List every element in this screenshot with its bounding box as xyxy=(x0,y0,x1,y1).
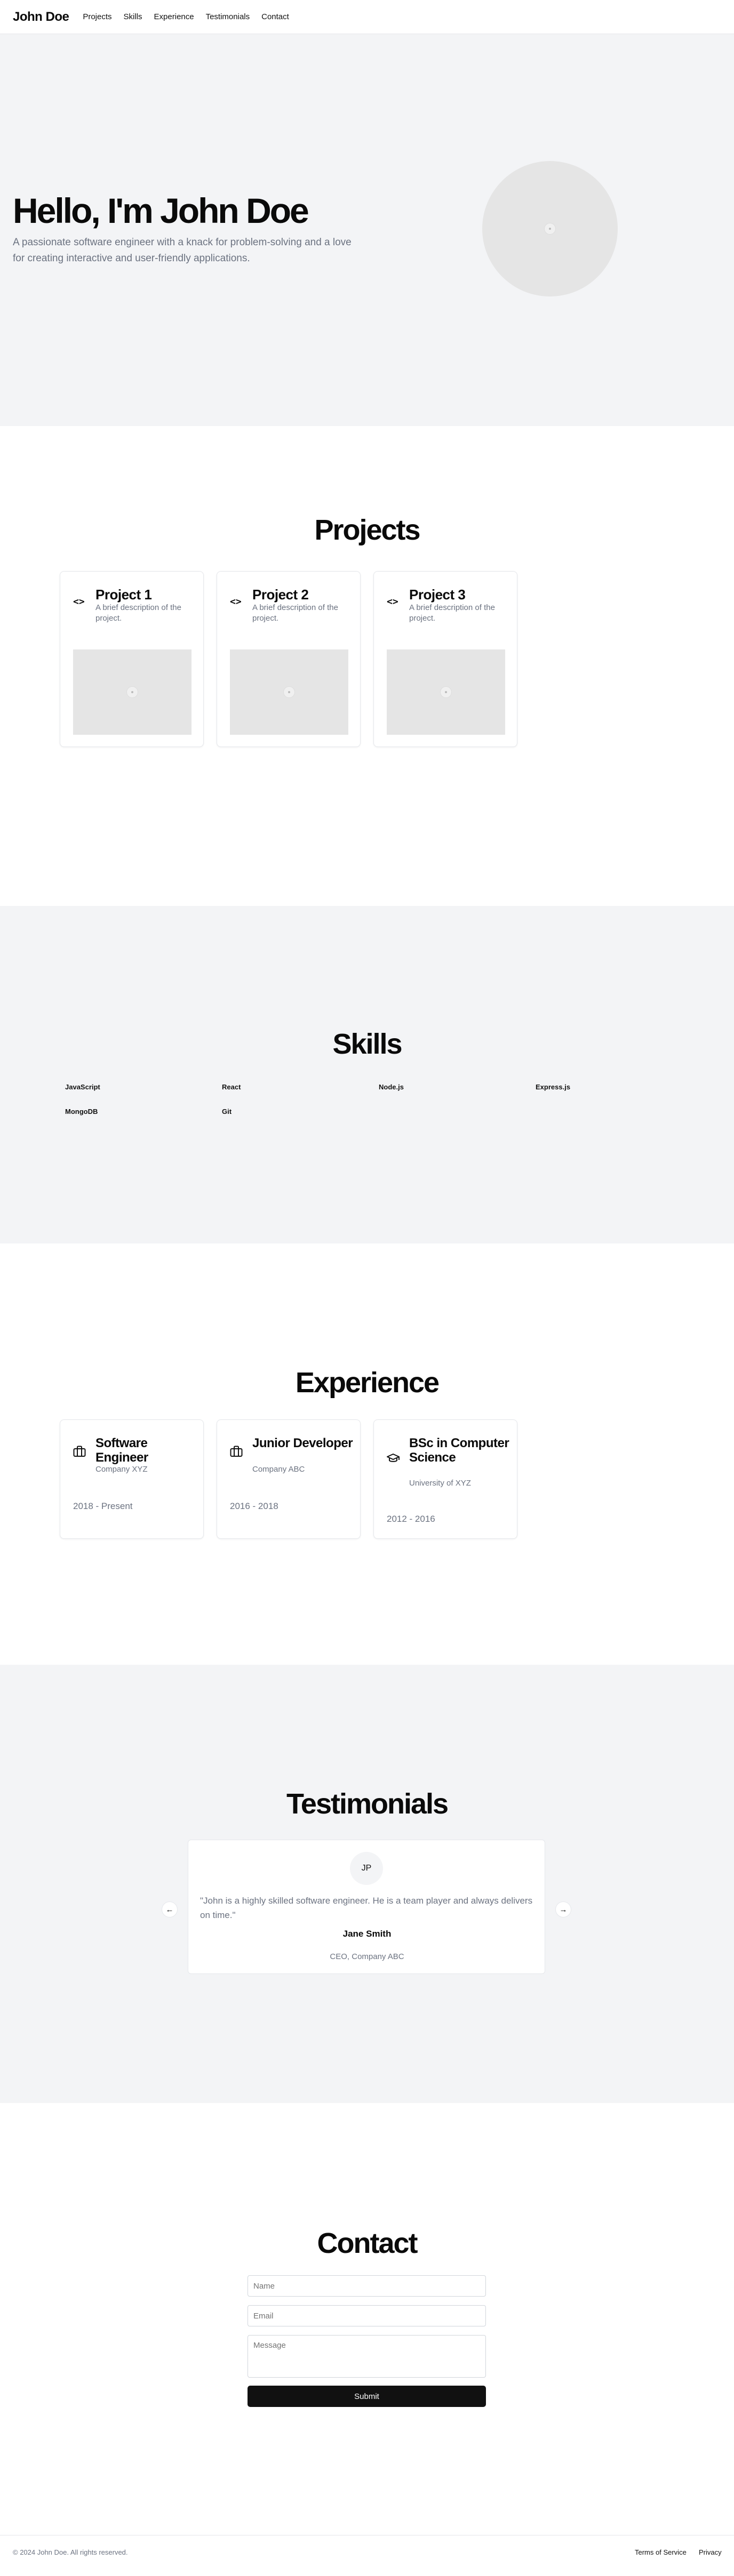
project-image xyxy=(230,649,348,735)
project-card[interactable]: <> Project 3 A brief description of the … xyxy=(373,571,517,747)
experience-card: Junior Developer Company ABC 2016 - 2018 xyxy=(217,1419,361,1539)
submit-button[interactable]: Submit xyxy=(248,2386,486,2407)
project-name: Project 2 xyxy=(252,587,309,603)
skill-item: MongoDB xyxy=(65,1108,98,1116)
brand-logo[interactable]: John Doe xyxy=(13,10,69,25)
nav-link-experience[interactable]: Experience xyxy=(154,12,194,21)
experience-dates: 2016 - 2018 xyxy=(230,1501,278,1511)
nav-link-skills[interactable]: Skills xyxy=(124,12,142,21)
avatar: JP xyxy=(350,1852,383,1885)
nav-link-projects[interactable]: Projects xyxy=(83,12,111,21)
experience-section: Experience Software Engineer Company XYZ… xyxy=(0,1243,734,1665)
top-nav: John Doe Projects Skills Experience Test… xyxy=(0,0,734,34)
experience-dates: 2012 - 2016 xyxy=(387,1514,435,1524)
contact-title: Contact xyxy=(317,2227,418,2259)
skill-item: Express.js xyxy=(536,1083,571,1091)
hero-subtitle: A passionate software engineer with a kn… xyxy=(13,237,352,264)
testimonial-card: JP "John is a highly skilled software en… xyxy=(188,1840,545,1974)
projects-section: Projects <> Project 1 A brief descriptio… xyxy=(0,426,734,906)
email-input[interactable] xyxy=(248,2305,486,2326)
image-placeholder-icon xyxy=(126,686,138,698)
code-icon: <> xyxy=(230,596,242,607)
projects-title: Projects xyxy=(314,514,420,546)
name-input[interactable] xyxy=(248,2275,486,2297)
image-placeholder-icon xyxy=(544,223,556,235)
arrow-left-icon: ← xyxy=(165,1905,174,1914)
skills-title: Skills xyxy=(332,1028,402,1060)
testimonial-author: Jane Smith xyxy=(342,1929,392,1939)
code-icon: <> xyxy=(73,596,85,607)
project-name: Project 1 xyxy=(95,587,152,603)
carousel-prev-button[interactable]: ← xyxy=(162,1901,178,1917)
hero-profile-image xyxy=(482,161,618,296)
project-image xyxy=(387,649,505,735)
skill-item: Node.js xyxy=(379,1083,404,1091)
contact-section: Contact Submit xyxy=(0,2103,734,2535)
testimonials-section: Testimonials ← JP "John is a highly skil… xyxy=(0,1665,734,2103)
experience-card: Software Engineer Company XYZ 2018 - Pre… xyxy=(60,1419,204,1539)
skill-item: JavaScript xyxy=(65,1083,100,1091)
code-icon: <> xyxy=(387,596,398,607)
project-description: A brief description of the project. xyxy=(252,603,338,623)
experience-company: University of XYZ xyxy=(409,1479,471,1488)
testimonial-role: CEO, Company ABC xyxy=(330,1952,404,1961)
experience-title: BSc in Computer Science xyxy=(409,1436,509,1465)
nav-link-testimonials[interactable]: Testimonials xyxy=(206,12,250,21)
project-description: A brief description of the project. xyxy=(95,603,181,623)
testimonial-quote: "John is a highly skilled software engin… xyxy=(200,1896,533,1920)
experience-card: BSc in Computer Science University of XY… xyxy=(373,1419,517,1539)
project-description: A brief description of the project. xyxy=(409,603,495,623)
experience-company: Company ABC xyxy=(252,1465,305,1474)
image-placeholder-icon xyxy=(283,686,295,698)
graduation-cap-icon xyxy=(387,1454,400,1462)
experience-company: Company XYZ xyxy=(95,1465,148,1474)
footer: © 2024 John Doe. All rights reserved. Te… xyxy=(0,2535,734,2567)
arrow-right-icon: → xyxy=(559,1905,568,1914)
skill-item: Git xyxy=(222,1108,232,1116)
testimonials-title: Testimonials xyxy=(286,1788,449,1820)
terms-link[interactable]: Terms of Service xyxy=(635,2548,687,2556)
copyright-text: © 2024 John Doe. All rights reserved. xyxy=(13,2548,128,2556)
experience-title: Junior Developer xyxy=(252,1436,353,1450)
briefcase-icon xyxy=(230,1446,243,1457)
experience-title: Experience xyxy=(295,1367,440,1399)
project-card[interactable]: <> Project 2 A brief description of the … xyxy=(217,571,361,747)
skill-item: React xyxy=(222,1083,241,1091)
image-placeholder-icon xyxy=(440,686,452,698)
nav-link-contact[interactable]: Contact xyxy=(261,12,289,21)
privacy-link[interactable]: Privacy xyxy=(699,2548,722,2556)
project-image xyxy=(73,649,192,735)
skills-section: Skills JavaScript React Node.js Express.… xyxy=(0,906,734,1243)
hero-section: Hello, I'm John Doe A passionate softwar… xyxy=(0,34,734,426)
project-name: Project 3 xyxy=(409,587,466,603)
carousel-next-button[interactable]: → xyxy=(555,1901,571,1917)
briefcase-icon xyxy=(73,1446,86,1457)
message-textarea[interactable] xyxy=(248,2335,486,2378)
experience-title: Software Engineer xyxy=(95,1436,148,1465)
hero-title: Hello, I'm John Doe xyxy=(13,191,309,230)
experience-dates: 2018 - Present xyxy=(73,1501,133,1511)
project-card[interactable]: <> Project 1 A brief description of the … xyxy=(60,571,204,747)
